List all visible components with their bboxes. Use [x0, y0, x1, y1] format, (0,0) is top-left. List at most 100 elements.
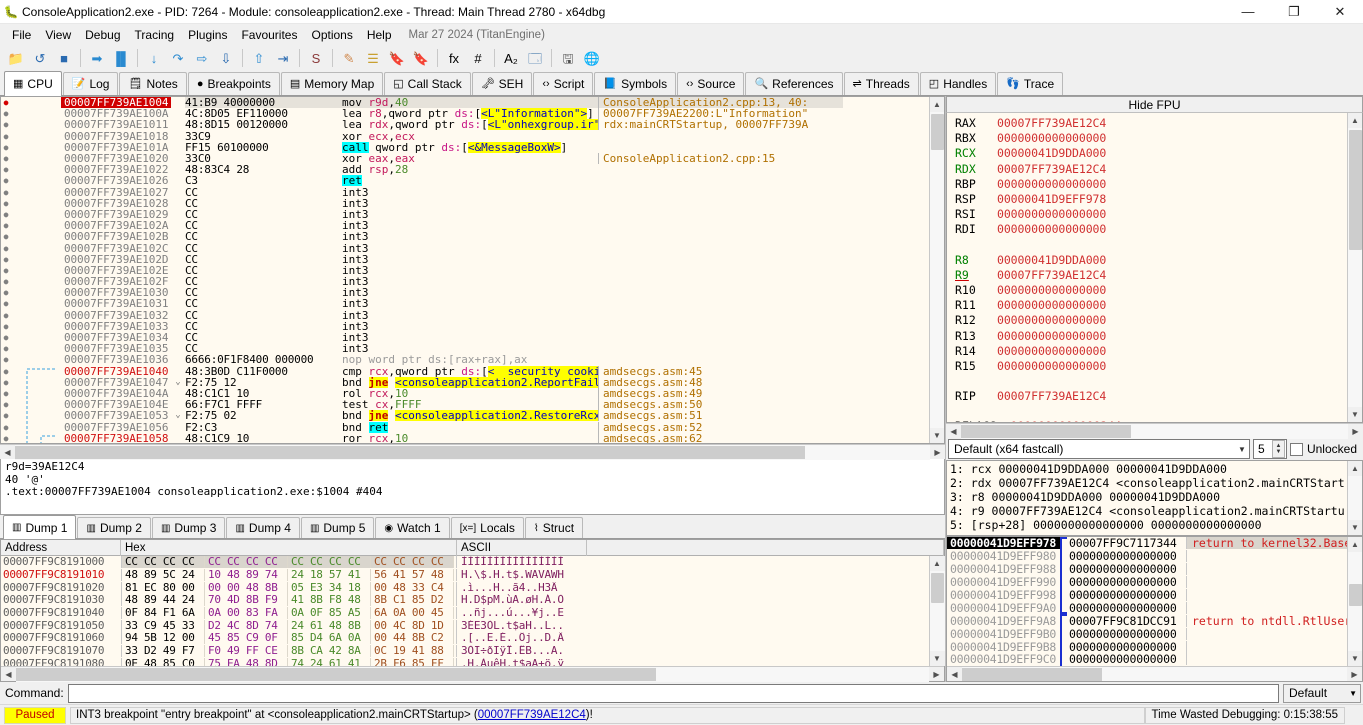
status-address-link[interactable]: 00007FF739AE12C4 [478, 709, 586, 721]
execute-till-return-icon[interactable]: ⇧ [247, 47, 271, 69]
register-value[interactable]: 0000000000000000 [997, 283, 1147, 298]
dump-tab-dump-5[interactable]: ▥ Dump 5 [300, 517, 375, 538]
breakpoint-dot-icon[interactable]: ● [1, 343, 11, 354]
hex-group[interactable]: 8B CA 42 8A [288, 645, 371, 658]
register-row[interactable]: RDX 00007FF739AE12C4 [947, 162, 1347, 177]
instruction-text[interactable]: int3 [340, 209, 598, 220]
hex-group[interactable]: 45 85 C9 0F [205, 632, 288, 645]
patch-icon[interactable]: ✎ [337, 47, 361, 69]
args-vscrollbar[interactable]: ▲ ▼ [1347, 461, 1362, 535]
font-icon[interactable]: A₂ [499, 47, 523, 69]
attach-icon[interactable]: 🗔 [523, 47, 547, 69]
dump-hex[interactable]: 0E 48 85 C0 75 EA 48 8D 74 24 61 41 2B F6 8… [121, 657, 456, 666]
label-icon[interactable]: # [466, 47, 490, 69]
breakpoint-dot-icon[interactable]: ● [1, 321, 11, 332]
dump-ascii[interactable]: 3ÒI÷ðIÿÎ.ÊB...A. [456, 645, 929, 658]
register-row[interactable]: RSP 00000041D9EFF978 [947, 192, 1347, 207]
dump-address[interactable]: 00007FF9C8191050 [1, 619, 121, 632]
restart-icon[interactable]: ↺ [28, 47, 52, 69]
tab-memory-map[interactable]: ▤ Memory Map [280, 72, 384, 95]
dump-ascii[interactable]: 3ÉE3ÒL.t$aH..L.. [456, 619, 929, 632]
hscroll-track[interactable] [15, 444, 930, 460]
dump-hex[interactable]: 33 D2 49 F7 F0 49 FF CE 8B CA 42 8A 0C 19 4… [121, 645, 456, 658]
stack-value[interactable]: 00007FF9C81DCC91 [1067, 614, 1187, 627]
hex-group[interactable]: CC CC CC CC [122, 556, 205, 569]
reg-hscroll-left-arrow[interactable]: ◀ [946, 424, 961, 439]
args-scroll-down-arrow[interactable]: ▼ [1347, 520, 1362, 535]
dump-ascii[interactable]: .H.ÀuêH.t$aA+ö.ÿ [456, 657, 929, 666]
menu-item-tracing[interactable]: Tracing [128, 26, 182, 44]
instruction-text[interactable]: int3 [340, 198, 598, 209]
dump-row[interactable]: 00007FF9C8191080 0E 48 85 C0 75 EA 48 8D 74… [1, 657, 929, 666]
instruction-address[interactable]: 00007FF739AE1040 [61, 366, 171, 377]
stack-row[interactable]: 00000041D9EFF9B0 0000000000000000 [947, 627, 1347, 641]
reg-scroll-thumb[interactable] [1348, 130, 1362, 250]
hex-group[interactable]: 10 48 89 74 [205, 569, 288, 582]
stack-row[interactable]: 00000041D9EFF998 0000000000000000 [947, 588, 1347, 602]
register-value[interactable]: 00007FF739AE12C4 [997, 116, 1147, 131]
dump-hex[interactable]: 94 5B 12 00 45 85 C9 0F 85 D4 6A 0A 00 44 8… [121, 632, 456, 645]
instruction-address[interactable]: 00007FF739AE1036 [61, 354, 171, 365]
instruction-address[interactable]: 00007FF739AE1053 [61, 410, 171, 421]
stack-row[interactable]: 00000041D9EFF978 00007FF9C7117344 return t… [947, 537, 1347, 550]
breakpoint-dot-icon[interactable]: ● [1, 265, 11, 276]
hex-group[interactable]: 85 D4 6A 0A [288, 632, 371, 645]
disassembly-row[interactable]: ● 00007FF739AE1011 48:8D15 00120000 lea rdx… [1, 119, 929, 131]
run-to-user-code-icon[interactable]: ⇥ [271, 47, 295, 69]
hex-group[interactable]: 81 EC 80 00 [122, 581, 205, 594]
register-row[interactable]: RBP 0000000000000000 [947, 177, 1347, 192]
breakpoint-dot-icon[interactable]: ● [1, 287, 11, 298]
register-value[interactable]: 0000000000000000 [997, 177, 1147, 192]
dump-panel[interactable]: Address Hex ASCII 00007FF9C8191000 CC CC … [0, 539, 945, 682]
hex-group[interactable]: 05 E3 34 18 [288, 581, 371, 594]
tab-script[interactable]: ‹› Script [533, 72, 594, 95]
breakpoint-dot-icon[interactable]: ● [1, 254, 11, 265]
dump-hex[interactable]: CC CC CC CC CC CC CC CC CC CC CC CC CC CC C… [121, 556, 456, 569]
breakpoint-dot-icon[interactable]: ● [1, 231, 11, 242]
instruction-text[interactable]: int3 [340, 187, 598, 198]
breakpoint-dot-icon[interactable]: ● [1, 410, 11, 421]
stack-value[interactable]: 0000000000000000 [1067, 589, 1187, 601]
dump-address[interactable]: 00007FF9C8191010 [1, 569, 121, 581]
dump-scroll-thumb[interactable] [930, 573, 944, 603]
dump-col-address[interactable]: Address [1, 539, 121, 556]
stack-value[interactable]: 0000000000000000 [1067, 563, 1187, 576]
dump-hex[interactable]: 81 EC 80 00 00 00 48 8B 05 E3 34 18 00 48 3… [121, 581, 456, 594]
hex-group[interactable]: 48 89 44 24 [122, 594, 205, 607]
stack-address[interactable]: 00000041D9EFF9C0 [947, 653, 1060, 665]
stack-value[interactable]: 0000000000000000 [1067, 550, 1187, 563]
stack-address[interactable]: 00000041D9EFF9B0 [947, 628, 1060, 640]
register-value[interactable]: 0000000000000000 [997, 207, 1147, 222]
trace-over-icon[interactable]: ⇩ [214, 47, 238, 69]
register-row[interactable]: RIP 00007FF739AE12C4 [947, 389, 1347, 404]
register-row[interactable]: R10 0000000000000000 [947, 283, 1347, 298]
reg-scroll-up-arrow[interactable]: ▲ [1347, 113, 1362, 128]
disassembly-panel[interactable]: ● 00007FF739AE1004 41:B9 40000000 mov r9d,4… [0, 96, 945, 444]
tab-symbols[interactable]: 📘 Symbols [594, 72, 677, 95]
hex-group[interactable]: CC CC CC CC [205, 556, 288, 569]
instruction-text[interactable]: int3 [340, 343, 598, 354]
instruction-text[interactable]: int3 [340, 332, 598, 343]
breakpoint-dot-icon[interactable]: ● [1, 198, 11, 209]
hex-group[interactable]: 24 18 57 41 [288, 569, 371, 582]
dump-rows[interactable]: 00007FF9C8191000 CC CC CC CC CC CC CC CC CC… [1, 556, 929, 666]
hex-group[interactable]: 00 4C 8D 1D [371, 619, 454, 632]
instruction-text[interactable]: xor ecx,ecx [340, 131, 598, 142]
register-row[interactable]: R12 0000000000000000 [947, 313, 1347, 328]
stack-hscrollbar[interactable]: ◀ ▶ [947, 666, 1362, 681]
dump-tab-dump-3[interactable]: ▥ Dump 3 [151, 517, 226, 538]
register-value[interactable]: 0000000000000000 [997, 131, 1147, 146]
hex-group[interactable]: 24 61 48 8B [288, 619, 371, 632]
argument-row[interactable]: 1: rcx 00000041D9DDA000 00000041D9DDA000 [947, 462, 1347, 476]
stack-row[interactable]: 00000041D9EFF990 0000000000000000 [947, 575, 1347, 589]
dump-tab-struct[interactable]: ⌇ Struct [524, 517, 584, 538]
dump-ascii[interactable]: ÌÌÌÌÌÌÌÌÌÌÌÌÌÌÌÌ [456, 556, 929, 569]
dump-row[interactable]: 00007FF9C8191040 0F 84 F1 6A 0A 00 83 FA 0A… [1, 607, 929, 620]
reg-scroll-track[interactable] [1347, 128, 1362, 407]
instruction-text[interactable]: cmp rcx,qword ptr ds:[<__security_cookie… [340, 365, 598, 377]
instruction-text[interactable]: rol rcx,10 [340, 388, 598, 399]
stepper-arrows-icon[interactable]: ▲ ▼ [1271, 440, 1285, 458]
disassembly-row[interactable]: ● 00007FF739AE1031 CC int3 [1, 298, 929, 309]
instruction-text[interactable]: int3 [340, 287, 598, 298]
dump-row[interactable]: 00007FF9C8191070 33 D2 49 F7 F0 49 FF CE 8B… [1, 645, 929, 658]
